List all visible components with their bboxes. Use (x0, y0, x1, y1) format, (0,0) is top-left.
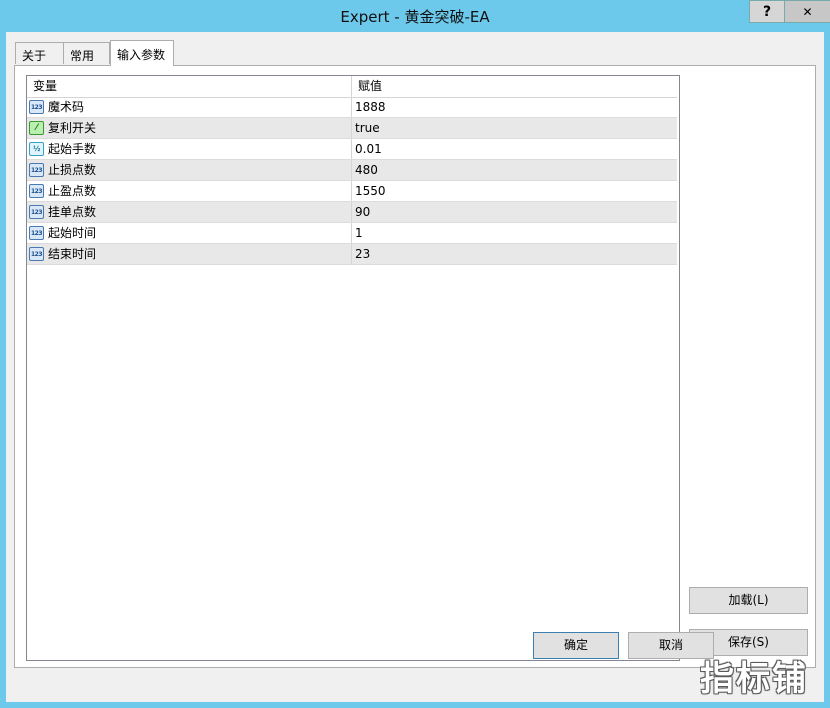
column-header-variable[interactable]: 变量 (27, 76, 352, 97)
ok-button[interactable]: 确定 (533, 632, 619, 659)
table-row[interactable]: 123 止盈点数 1550 (27, 181, 677, 202)
table-row[interactable]: 123 挂单点数 90 (27, 202, 677, 223)
param-name: 复利开关 (48, 121, 97, 135)
window-title: Expert - 黄金突破-EA (340, 8, 490, 26)
param-value[interactable]: 23 (352, 244, 677, 264)
param-name-cell: 123 挂单点数 (27, 202, 352, 222)
param-name: 挂单点数 (48, 205, 97, 219)
param-name-cell: 123 结束时间 (27, 244, 352, 264)
param-name-cell: 123 起始时间 (27, 223, 352, 243)
param-name: 止损点数 (48, 163, 97, 177)
tab-inputs[interactable]: 输入参数 (110, 40, 174, 66)
inputs-panel: 变量 赋值 123 魔术码 1888 ⁄ 复利开关 true ½ 起始手数 0.… (14, 65, 816, 668)
param-value[interactable]: 0.01 (352, 139, 677, 159)
param-value[interactable]: 1888 (352, 97, 677, 117)
bool-icon: ⁄ (29, 121, 44, 135)
table-row[interactable]: 123 止损点数 480 (27, 160, 677, 181)
param-value[interactable]: true (352, 118, 677, 138)
param-name: 止盈点数 (48, 184, 97, 198)
table-row[interactable]: 123 结束时间 23 (27, 244, 677, 265)
param-value[interactable]: 1 (352, 223, 677, 243)
int-icon: 123 (29, 205, 44, 219)
grid-header: 变量 赋值 (27, 76, 677, 98)
param-name: 起始时间 (48, 226, 97, 240)
table-row[interactable]: 123 魔术码 1888 (27, 97, 677, 118)
tab-about[interactable]: 关于 (15, 42, 64, 64)
tab-common[interactable]: 常用 (63, 42, 110, 64)
table-row[interactable]: ⁄ 复利开关 true (27, 118, 677, 139)
param-value[interactable]: 1550 (352, 181, 677, 201)
int-icon: 123 (29, 100, 44, 114)
param-name-cell: ½ 起始手数 (27, 139, 352, 159)
title-bar[interactable]: Expert - 黄金突破-EA ? ✕ (0, 0, 830, 32)
param-name: 魔术码 (48, 100, 85, 114)
param-name-cell: 123 魔术码 (27, 97, 352, 117)
close-button[interactable]: ✕ (784, 0, 830, 23)
param-name-cell: ⁄ 复利开关 (27, 118, 352, 138)
int-icon: 123 (29, 247, 44, 261)
int-icon: 123 (29, 226, 44, 240)
help-button[interactable]: ? (749, 0, 785, 23)
param-name-cell: 123 止盈点数 (27, 181, 352, 201)
column-header-value[interactable]: 赋值 (352, 76, 677, 97)
double-icon: ½ (29, 142, 44, 156)
close-icon: ✕ (802, 4, 813, 19)
param-name: 起始手数 (48, 142, 97, 156)
param-name-cell: 123 止损点数 (27, 160, 352, 180)
param-value[interactable]: 480 (352, 160, 677, 180)
cancel-button[interactable]: 取消 (628, 632, 714, 659)
int-icon: 123 (29, 163, 44, 177)
int-icon: 123 (29, 184, 44, 198)
parameters-grid[interactable]: 变量 赋值 123 魔术码 1888 ⁄ 复利开关 true ½ 起始手数 0.… (26, 75, 680, 661)
watermark-logo: 指标铺 (700, 659, 808, 699)
param-name: 结束时间 (48, 247, 97, 261)
load-button[interactable]: 加载(L) (689, 587, 808, 614)
table-row[interactable]: ½ 起始手数 0.01 (27, 139, 677, 160)
table-row[interactable]: 123 起始时间 1 (27, 223, 677, 244)
dialog-client: 关于 常用 输入参数 变量 赋值 123 魔术码 1888 ⁄ 复利开关 tru… (6, 32, 824, 702)
param-value[interactable]: 90 (352, 202, 677, 222)
